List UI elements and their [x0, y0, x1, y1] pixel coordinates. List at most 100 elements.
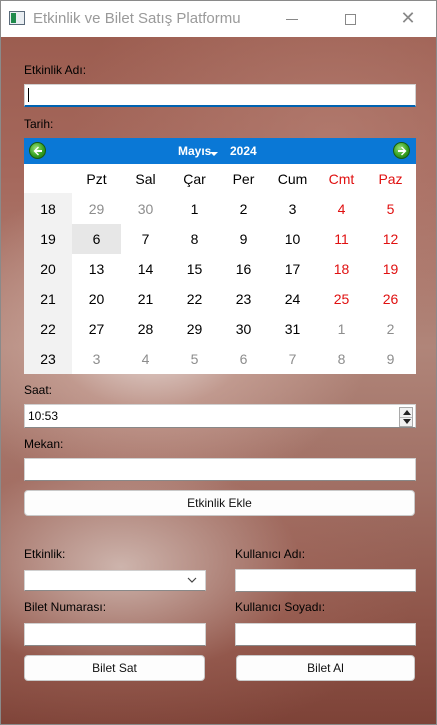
calendar-day[interactable]: 7 — [268, 344, 317, 374]
minimize-icon — [286, 18, 298, 20]
text-caret — [28, 88, 29, 102]
calendar-day[interactable]: 28 — [121, 314, 170, 344]
calendar-day[interactable]: 4 — [121, 344, 170, 374]
spin-down-icon[interactable] — [403, 419, 411, 424]
weekday-header: Cum — [277, 170, 308, 187]
ticket-number-input[interactable] — [24, 623, 206, 646]
calendar-day[interactable]: 22 — [170, 284, 219, 314]
client-area: Etkinlik Adı: Tarih: Mayıs 2024 Pzt Sal … — [1, 37, 436, 724]
weekday-header: Cmt — [328, 170, 355, 187]
time-label: Saat: — [24, 383, 53, 397]
prev-month-button[interactable] — [29, 142, 46, 159]
calendar-day[interactable]: 8 — [317, 344, 366, 374]
date-label: Tarih: — [24, 117, 54, 131]
event-select-label: Etkinlik: — [24, 547, 66, 561]
year-selector[interactable]: 2024 — [230, 144, 257, 158]
calendar-day[interactable]: 10 — [268, 224, 317, 254]
calendar-day[interactable]: 30 — [219, 314, 268, 344]
calendar-day[interactable]: 11 — [317, 224, 366, 254]
calendar-day[interactable]: 20 — [72, 284, 121, 314]
arrow-left-icon — [33, 146, 42, 156]
calendar-day[interactable]: 6 — [219, 344, 268, 374]
surname-label: Kullanıcı Soyadı: — [235, 600, 326, 614]
calendar-day[interactable]: 2 — [366, 314, 415, 344]
calendar-day[interactable]: 17 — [268, 254, 317, 284]
calendar-day[interactable]: 1 — [170, 194, 219, 224]
calendar-day[interactable]: 15 — [170, 254, 219, 284]
sell-ticket-button[interactable]: Bilet Sat — [24, 655, 205, 681]
calendar-day[interactable]: 3 — [72, 344, 121, 374]
maximize-button[interactable] — [321, 1, 379, 37]
calendar-day[interactable]: 7 — [121, 224, 170, 254]
minimize-button[interactable] — [263, 1, 321, 37]
week-number: 22 — [40, 321, 56, 337]
week-number: 18 — [40, 201, 56, 217]
week-number: 21 — [40, 291, 56, 307]
weekday-header: Paz — [378, 170, 403, 187]
calendar-day[interactable]: 24 — [268, 284, 317, 314]
calendar-day[interactable]: 1 — [317, 314, 366, 344]
calendar-day[interactable]: 5 — [170, 344, 219, 374]
calendar-day[interactable]: 8 — [170, 224, 219, 254]
venue-label: Mekan: — [24, 437, 64, 451]
week-number: 19 — [40, 231, 56, 247]
time-spinner[interactable] — [399, 407, 413, 427]
spin-separator — [400, 417, 412, 418]
calendar-day[interactable]: 30 — [121, 194, 170, 224]
calendar-day[interactable]: 26 — [366, 284, 415, 314]
calendar-day[interactable]: 13 — [72, 254, 121, 284]
weekday-header: Pzt — [86, 170, 107, 187]
weekday-header: Çar — [183, 170, 206, 187]
close-icon: ✕ — [400, 8, 416, 29]
chevron-down-icon[interactable] — [210, 152, 218, 156]
calendar-day[interactable]: 12 — [366, 224, 415, 254]
add-event-button[interactable]: Etkinlik Ekle — [24, 490, 415, 516]
event-name-input[interactable] — [24, 84, 416, 107]
event-name-label: Etkinlik Adı: — [24, 63, 87, 77]
calendar-day[interactable]: 3 — [268, 194, 317, 224]
calendar-day[interactable]: 9 — [366, 344, 415, 374]
username-input[interactable] — [235, 569, 416, 592]
calendar-day[interactable]: 21 — [121, 284, 170, 314]
calendar-day[interactable]: 5 — [366, 194, 415, 224]
username-label: Kullanıcı Adı: — [235, 547, 306, 561]
calendar-day[interactable]: 18 — [317, 254, 366, 284]
month-selector[interactable]: Mayıs — [178, 144, 211, 158]
calendar-day[interactable]: 16 — [219, 254, 268, 284]
venue-input[interactable] — [24, 458, 416, 481]
week-number: 23 — [40, 351, 56, 367]
time-input[interactable]: 10:53 — [24, 404, 416, 428]
calendar-grid: Pzt Sal Çar Per Cum Cmt Paz 18 29 30 1 2 3 4 5 19 6 7 8 9 10… — [24, 164, 416, 374]
chevron-down-icon[interactable] — [187, 577, 197, 584]
ticket-number-label: Bilet Numarası: — [24, 600, 107, 614]
calendar-day[interactable]: 29 — [72, 194, 121, 224]
calendar-day[interactable]: 9 — [219, 224, 268, 254]
arrow-right-icon — [398, 146, 407, 156]
calendar-day[interactable]: 27 — [72, 314, 121, 344]
calendar-day[interactable]: 4 — [317, 194, 366, 224]
spin-up-icon[interactable] — [403, 410, 411, 415]
weekday-header: Sal — [135, 170, 156, 187]
maximize-icon — [344, 13, 356, 25]
time-value: 10:53 — [28, 409, 59, 423]
calendar-day[interactable]: 19 — [366, 254, 415, 284]
close-button[interactable]: ✕ — [379, 1, 436, 37]
calendar-day[interactable]: 29 — [170, 314, 219, 344]
calendar-day[interactable]: 6 — [72, 224, 121, 254]
surname-input[interactable] — [235, 623, 416, 646]
event-select[interactable] — [24, 570, 206, 591]
calendar-day[interactable]: 23 — [219, 284, 268, 314]
main-window: Etkinlik ve Bilet Satış Platformu ✕ Etki… — [0, 0, 437, 725]
calendar-day[interactable]: 31 — [268, 314, 317, 344]
calendar-day[interactable]: 25 — [317, 284, 366, 314]
calendar-day[interactable]: 2 — [219, 194, 268, 224]
title-bar[interactable]: Etkinlik ve Bilet Satış Platformu ✕ — [1, 1, 436, 37]
app-icon — [9, 11, 25, 25]
weekday-header: Per — [232, 170, 255, 187]
next-month-button[interactable] — [393, 142, 410, 159]
calendar-day[interactable]: 14 — [121, 254, 170, 284]
buy-ticket-button[interactable]: Bilet Al — [236, 655, 415, 681]
calendar[interactable]: Mayıs 2024 Pzt Sal Çar Per Cum Cmt Paz 18 29 30 1 2… — [24, 138, 416, 374]
calendar-header: Mayıs 2024 — [24, 138, 416, 164]
week-number: 20 — [40, 261, 56, 277]
